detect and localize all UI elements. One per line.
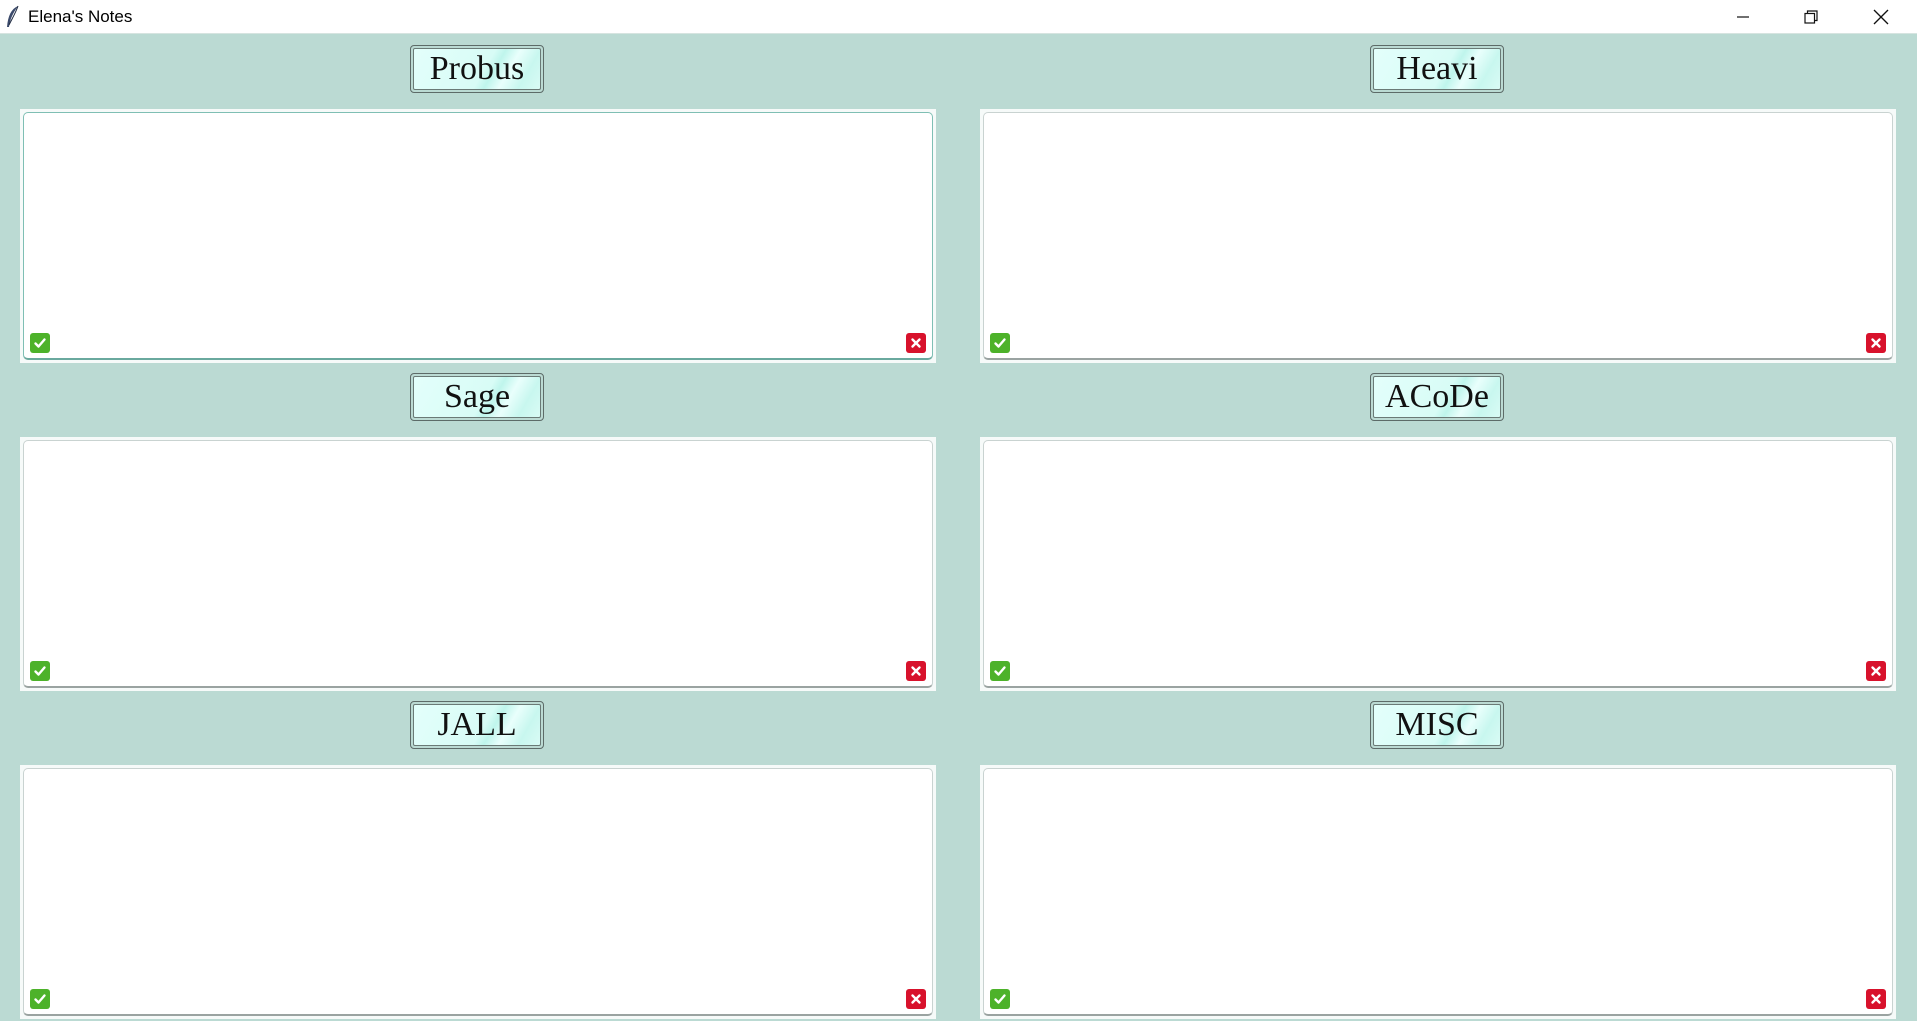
note-title-label: ACoDe bbox=[1373, 376, 1501, 418]
note-title-button[interactable]: JALL bbox=[410, 701, 544, 749]
x-icon bbox=[911, 994, 921, 1004]
note-content[interactable] bbox=[30, 447, 926, 656]
save-button[interactable] bbox=[30, 333, 50, 353]
note-panel bbox=[20, 765, 936, 1019]
save-button[interactable] bbox=[30, 989, 50, 1009]
restore-icon bbox=[1804, 10, 1818, 24]
x-icon bbox=[911, 338, 921, 348]
note-title-label: Probus bbox=[413, 48, 541, 90]
checkmark-icon bbox=[994, 994, 1006, 1004]
delete-button[interactable] bbox=[906, 989, 926, 1009]
feather-icon bbox=[7, 5, 19, 27]
minimize-button[interactable] bbox=[1709, 0, 1777, 34]
note-title-button[interactable]: Heavi bbox=[1370, 45, 1504, 93]
note-title-button[interactable]: Sage bbox=[410, 373, 544, 421]
x-icon bbox=[1871, 338, 1881, 348]
delete-button[interactable] bbox=[1866, 333, 1886, 353]
close-icon bbox=[1873, 9, 1889, 25]
x-icon bbox=[1871, 994, 1881, 1004]
save-button[interactable] bbox=[30, 661, 50, 681]
note-panel bbox=[980, 109, 1896, 363]
checkmark-icon bbox=[34, 338, 46, 348]
note-title-button[interactable]: Probus bbox=[410, 45, 544, 93]
delete-button[interactable] bbox=[1866, 661, 1886, 681]
checkmark-icon bbox=[34, 994, 46, 1004]
checkmark-icon bbox=[994, 666, 1006, 676]
note-text-area[interactable] bbox=[23, 112, 933, 360]
x-icon bbox=[1871, 666, 1881, 676]
note-content[interactable] bbox=[990, 447, 1886, 656]
note-content[interactable] bbox=[990, 775, 1886, 984]
note-title-label: Heavi bbox=[1373, 48, 1501, 90]
note-content[interactable] bbox=[990, 119, 1886, 328]
save-button[interactable] bbox=[990, 989, 1010, 1009]
window-title: Elena's Notes bbox=[28, 7, 133, 26]
note-panel bbox=[20, 109, 936, 363]
note-title-label: MISC bbox=[1373, 704, 1501, 746]
note-text-area[interactable] bbox=[23, 440, 933, 688]
note-title-button[interactable]: ACoDe bbox=[1370, 373, 1504, 421]
delete-button[interactable] bbox=[906, 661, 926, 681]
note-text-area[interactable] bbox=[983, 768, 1893, 1016]
restore-button[interactable] bbox=[1777, 0, 1845, 34]
save-button[interactable] bbox=[990, 333, 1010, 353]
note-text-area[interactable] bbox=[983, 440, 1893, 688]
save-button[interactable] bbox=[990, 661, 1010, 681]
note-text-area[interactable] bbox=[23, 768, 933, 1016]
note-panel bbox=[980, 765, 1896, 1019]
title-bar: Elena's Notes bbox=[0, 0, 1917, 34]
delete-button[interactable] bbox=[906, 333, 926, 353]
note-title-button[interactable]: MISC bbox=[1370, 701, 1504, 749]
delete-button[interactable] bbox=[1866, 989, 1886, 1009]
note-title-label: Sage bbox=[413, 376, 541, 418]
minimize-icon bbox=[1737, 16, 1749, 18]
checkmark-icon bbox=[994, 338, 1006, 348]
note-content[interactable] bbox=[30, 775, 926, 984]
x-icon bbox=[911, 666, 921, 676]
note-panel bbox=[20, 437, 936, 691]
checkmark-icon bbox=[34, 666, 46, 676]
note-content[interactable] bbox=[30, 119, 926, 328]
note-title-label: JALL bbox=[413, 704, 541, 746]
note-text-area[interactable] bbox=[983, 112, 1893, 360]
close-button[interactable] bbox=[1847, 0, 1915, 34]
note-panel bbox=[980, 437, 1896, 691]
